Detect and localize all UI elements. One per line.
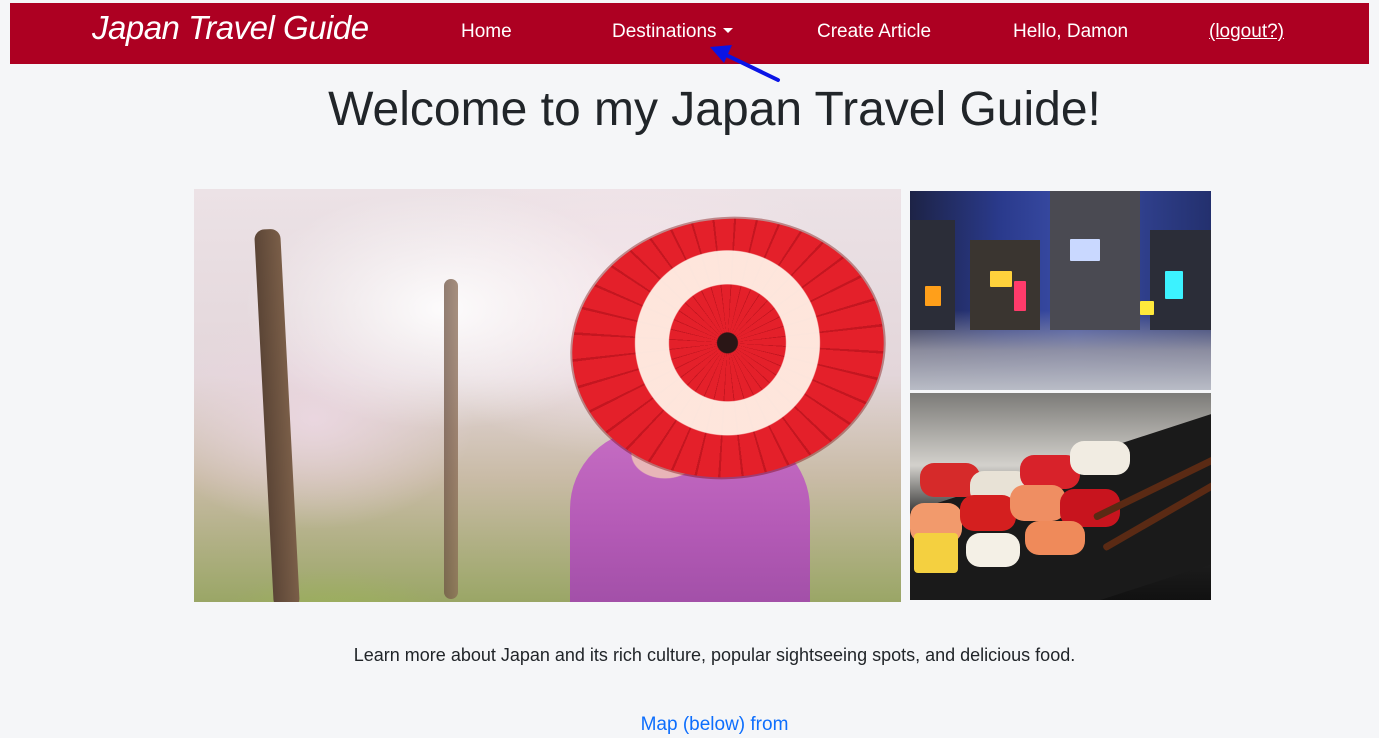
sushi-platter-photo: [910, 393, 1211, 600]
brand-link[interactable]: Japan Travel Guide: [92, 9, 369, 47]
nav-home-link[interactable]: Home: [461, 21, 512, 43]
caret-down-icon: [722, 28, 733, 33]
page-title: Welcome to my Japan Travel Guide!: [328, 83, 1101, 136]
shibuya-crossing-photo: [910, 191, 1211, 390]
user-greeting: Hello, Damon: [1013, 21, 1129, 42]
intro-tagline: Learn more about Japan and its rich cult…: [353, 645, 1076, 665]
nav-create-article-link[interactable]: Create Article: [817, 21, 931, 43]
logout-link[interactable]: (logout?): [1209, 21, 1284, 43]
geisha-parasol-photo: [194, 189, 901, 602]
navbar: Japan Travel Guide Home Destinations Cre…: [10, 3, 1369, 64]
map-link[interactable]: Map (below) from: [0, 714, 1379, 736]
